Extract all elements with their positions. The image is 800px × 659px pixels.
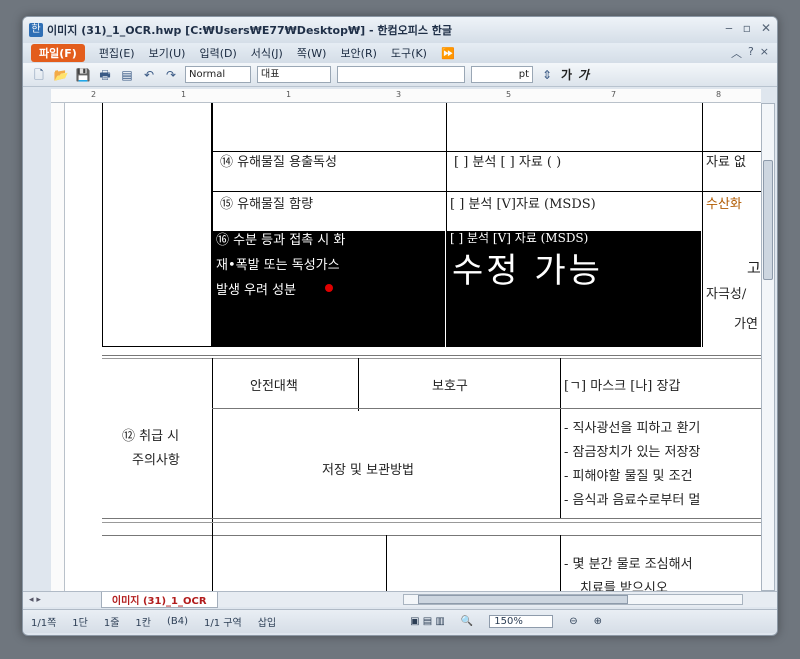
status-char: 1칸 bbox=[135, 618, 151, 629]
menu-security[interactable]: 보안(R) bbox=[340, 45, 376, 61]
row16-right-line1: 고 bbox=[747, 259, 761, 277]
tab-document[interactable]: 이미지 (31)_1_OCR bbox=[100, 591, 218, 608]
save-icon[interactable]: 💾 bbox=[75, 67, 91, 83]
menu-format[interactable]: 서식(J) bbox=[251, 45, 283, 61]
status-bar: 1/1쪽 1단 1줄 1칸 (B4) 1/1 구역 삽입 ▣ ▤ ▥ 🔍 150… bbox=[23, 609, 777, 633]
document-tab-bar: ◂ ▸ 이미지 (31)_1_OCR bbox=[23, 591, 777, 608]
close-icon[interactable]: ✕ bbox=[761, 21, 771, 35]
document-page[interactable]: ⑭ 유해물질 용출독성 [ ] 분석 [ ] 자료 ( ) 자료 없 ⑮ 유해물… bbox=[65, 103, 763, 603]
horizontal-scrollbar[interactable] bbox=[403, 594, 743, 605]
zoom-out-icon[interactable]: ⊖ bbox=[569, 616, 577, 627]
row16-label-line2: 재•폭발 또는 독성가스 bbox=[216, 258, 340, 273]
storage-label: 저장 및 보관방법 bbox=[322, 463, 414, 478]
bold-button[interactable]: 가 bbox=[561, 66, 572, 83]
row15-label: ⑮ 유해물질 함량 bbox=[220, 197, 314, 212]
font-name-select[interactable] bbox=[337, 66, 465, 83]
preview-icon[interactable]: ▤ bbox=[119, 67, 135, 83]
row15-right: 수산화 bbox=[706, 197, 742, 212]
vertical-scrollbar[interactable] bbox=[761, 103, 775, 591]
view-mode-icons[interactable]: ▣ ▤ ▥ bbox=[410, 616, 445, 627]
status-line: 1줄 bbox=[103, 618, 120, 629]
status-mode[interactable]: 삽입 bbox=[258, 614, 276, 629]
header-ppe: 보호구 bbox=[432, 379, 468, 394]
menu-right-controls: ︿ ? × bbox=[731, 45, 769, 61]
red-marker-icon bbox=[325, 284, 333, 292]
hwp-app-icon: 한 bbox=[29, 23, 43, 37]
maximize-icon[interactable]: ▫ bbox=[743, 21, 751, 35]
window-controls: ‒ ▫ ✕ bbox=[725, 21, 771, 35]
next-item-1: - 몇 분간 물로 조심해서 bbox=[564, 557, 693, 572]
header-ppe-options: [ㄱ] 마스크 [나] 장갑 bbox=[564, 379, 681, 394]
menu-bar: 파일(F) 편집(E) 보기(U) 입력(D) 서식(J) 쪽(W) 보안(R)… bbox=[23, 43, 777, 63]
status-section: 1/1 구역 bbox=[204, 618, 242, 629]
zoom-icon[interactable]: 🔍 bbox=[461, 616, 473, 627]
title-bar: 한 이미지 (31)_1_OCR.hwp [C:₩Users₩E77₩Deskt… bbox=[23, 17, 777, 43]
style-select[interactable]: Normal bbox=[185, 66, 251, 83]
vertical-scroll-thumb[interactable] bbox=[763, 160, 773, 280]
row16-right-line3: 가연 bbox=[734, 317, 758, 332]
horizontal-ruler[interactable]: 2 1 1 3 5 7 8 bbox=[51, 89, 761, 103]
minimize-icon[interactable]: ‒ bbox=[725, 21, 733, 35]
italic-button[interactable]: 가 bbox=[578, 66, 589, 83]
handling-label-line1: ⑫ 취급 시 bbox=[122, 429, 180, 444]
storage-item-2: - 잠금장치가 있는 저장장 bbox=[564, 445, 701, 460]
size-stepper-icon[interactable]: ⇕ bbox=[539, 67, 555, 83]
table-left-column bbox=[102, 103, 212, 347]
open-folder-icon[interactable]: 📂 bbox=[53, 67, 69, 83]
menu-view[interactable]: 보기(U) bbox=[149, 45, 186, 61]
font-group-select[interactable]: 대표 bbox=[257, 66, 331, 83]
new-document-icon[interactable]: 🗋 bbox=[31, 67, 47, 83]
row14-choice: [ ] 분석 [ ] 자료 ( ) bbox=[454, 155, 562, 170]
storage-item-4: - 음식과 음료수로부터 멀 bbox=[564, 493, 701, 508]
zoom-in-icon[interactable]: ⊕ bbox=[594, 616, 602, 627]
menu-input[interactable]: 입력(D) bbox=[199, 45, 236, 61]
help-icon[interactable]: ? bbox=[748, 45, 754, 61]
toolbar: 🗋 📂 💾 🖶 ▤ ↶ ↷ Normal 대표 pt ⇕ 가 가 bbox=[23, 63, 777, 87]
storage-item-1: - 직사광선을 피하고 환기 bbox=[564, 421, 701, 436]
row14-label: ⑭ 유해물질 용출독성 bbox=[220, 155, 337, 170]
horizontal-scroll-thumb[interactable] bbox=[418, 595, 628, 604]
ribbon-toggle-icon[interactable]: ︿ bbox=[731, 45, 742, 61]
status-paper: (B4) bbox=[166, 616, 189, 627]
row16-label-line1: ⑯ 수분 등과 접촉 시 화 bbox=[216, 233, 346, 248]
menu-tools[interactable]: 도구(K) bbox=[391, 45, 427, 61]
print-icon[interactable]: 🖶 bbox=[97, 67, 113, 83]
redo-icon[interactable]: ↷ bbox=[163, 67, 179, 83]
menu-file[interactable]: 파일(F) bbox=[31, 44, 85, 62]
vertical-ruler[interactable] bbox=[51, 103, 65, 603]
handling-label-line2: 주의사항 bbox=[132, 453, 180, 468]
editable-watermark: 수정 가능 bbox=[452, 251, 603, 291]
menu-edit[interactable]: 편집(E) bbox=[99, 45, 135, 61]
header-safety: 안전대책 bbox=[250, 379, 298, 394]
menu-page[interactable]: 쪽(W) bbox=[297, 45, 327, 61]
menu-more-icon[interactable]: ⏩ bbox=[441, 47, 455, 60]
window-title: 이미지 (31)_1_OCR.hwp [C:₩Users₩E77₩Desktop… bbox=[47, 24, 453, 37]
row16-label-line3: 발생 우려 성분 bbox=[216, 283, 297, 298]
app-window: 한 이미지 (31)_1_OCR.hwp [C:₩Users₩E77₩Deskt… bbox=[22, 16, 778, 636]
storage-item-3: - 피해야할 물질 및 조건 bbox=[564, 469, 693, 484]
status-page[interactable]: 1/1쪽 bbox=[31, 614, 56, 629]
undo-icon[interactable]: ↶ bbox=[141, 67, 157, 83]
font-size-input[interactable]: pt bbox=[471, 66, 533, 83]
zoom-select[interactable]: 150% bbox=[489, 615, 554, 628]
row14-right: 자료 없 bbox=[706, 155, 747, 170]
row16-right-line2: 자극성/ bbox=[706, 287, 747, 302]
status-column: 1단 bbox=[72, 618, 88, 629]
row15-choice: [ ] 분석 [V]자료 (MSDS) bbox=[450, 197, 596, 212]
msds-table-top: ⑭ 유해물질 용출독성 [ ] 분석 [ ] 자료 ( ) 자료 없 ⑮ 유해물… bbox=[102, 103, 763, 347]
tab-nav-icons[interactable]: ◂ ▸ bbox=[29, 595, 41, 605]
doc-close-icon[interactable]: × bbox=[760, 45, 769, 61]
